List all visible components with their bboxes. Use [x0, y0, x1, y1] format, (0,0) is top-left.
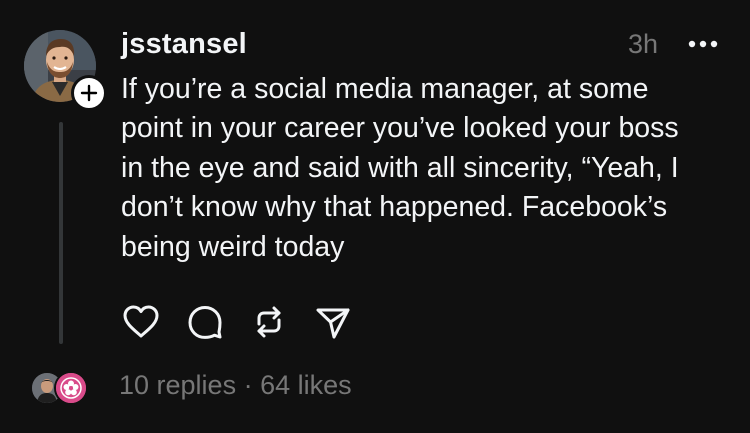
post-stats: 10 replies · 64 likes	[119, 370, 352, 401]
plus-icon	[80, 84, 98, 102]
flower-badge-icon	[56, 373, 86, 403]
replies-count[interactable]: 10 replies	[119, 370, 236, 400]
reply-avatar	[54, 371, 88, 405]
post-actions	[119, 302, 375, 342]
repost-icon	[257, 306, 281, 338]
reply-avatars[interactable]	[30, 370, 92, 405]
post-text: If you’re a social media manager, at som…	[121, 73, 679, 263]
post-timestamp: 3h	[628, 29, 659, 59]
likes-count[interactable]: 64 likes	[260, 370, 352, 400]
comment-button[interactable]	[183, 300, 227, 344]
thread-line	[59, 122, 63, 344]
more-options-button[interactable]	[686, 31, 720, 57]
more-icon	[688, 40, 718, 48]
like-button[interactable]	[119, 300, 163, 344]
stats-separator: ·	[243, 370, 253, 400]
comment-icon	[188, 306, 222, 339]
repost-button[interactable]	[247, 300, 291, 344]
share-icon	[316, 308, 350, 339]
share-button[interactable]	[311, 300, 355, 344]
author-username[interactable]: jsstansel	[121, 28, 247, 61]
heart-icon	[123, 305, 159, 338]
thread-post: jsstansel 3h If you’re a social media ma…	[0, 0, 750, 433]
follow-button[interactable]	[71, 75, 107, 111]
